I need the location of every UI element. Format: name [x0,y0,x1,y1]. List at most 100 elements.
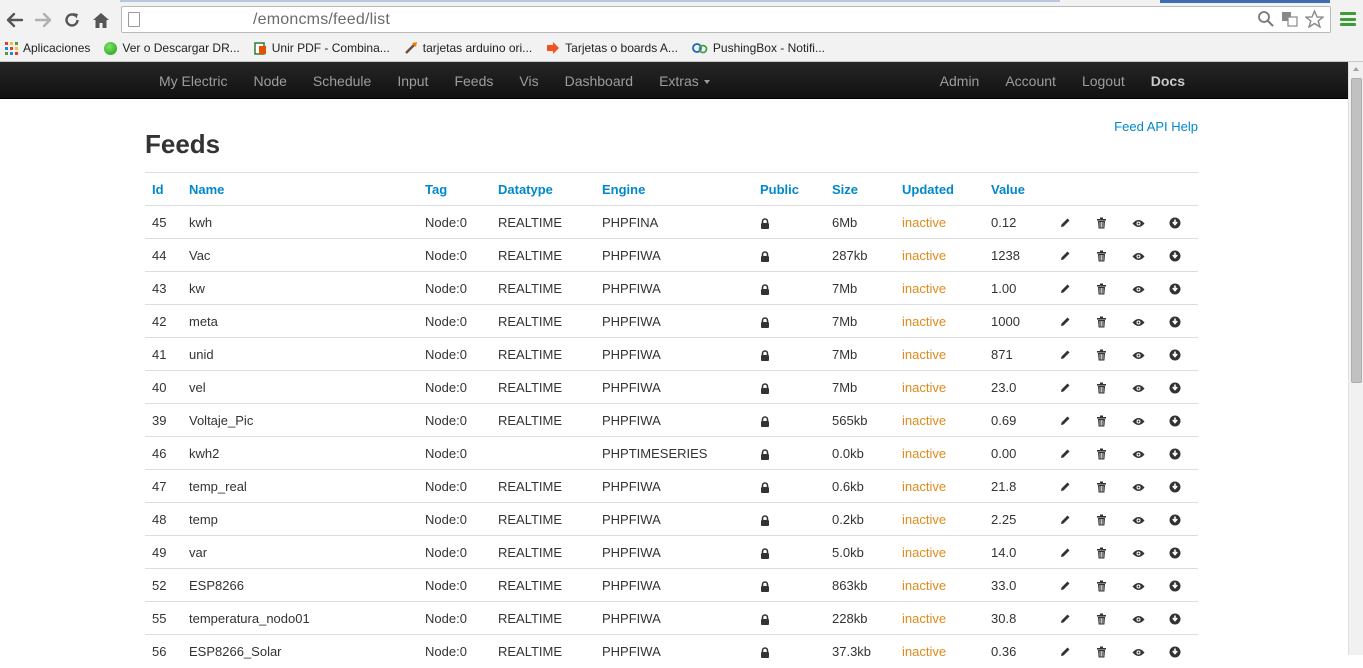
feed-public[interactable] [753,370,825,404]
export-cell[interactable] [1162,469,1198,503]
download-circle-icon[interactable] [1169,382,1181,394]
delete-cell[interactable] [1089,601,1125,635]
trash-icon[interactable] [1096,613,1107,625]
lock-icon[interactable] [760,349,770,361]
view-cell[interactable] [1125,469,1162,503]
feed-tag[interactable]: Node:0 [418,634,491,668]
feed-public[interactable] [753,304,825,338]
browser-menu-icon[interactable] [1340,10,1356,28]
feed-name[interactable]: temperatura_nodo01 [182,601,418,635]
pencil-icon[interactable] [1059,283,1071,295]
view-cell[interactable] [1125,403,1162,437]
trash-icon[interactable] [1096,250,1107,262]
feed-name[interactable]: kwh [182,205,418,239]
view-cell[interactable] [1125,601,1162,635]
edit-cell[interactable] [1052,205,1089,239]
eye-icon[interactable] [1132,648,1145,657]
download-circle-icon[interactable] [1169,415,1181,427]
trash-icon[interactable] [1096,382,1107,394]
feed-tag[interactable]: Node:0 [418,436,491,470]
column-header-tag[interactable]: Tag [418,172,491,206]
view-cell[interactable] [1125,271,1162,305]
export-cell[interactable] [1162,601,1198,635]
eye-icon[interactable] [1132,450,1145,459]
pencil-icon[interactable] [1059,613,1071,625]
eye-icon[interactable] [1132,549,1145,558]
trash-icon[interactable] [1096,646,1107,658]
export-cell[interactable] [1162,634,1198,668]
edit-cell[interactable] [1052,370,1089,404]
column-header-value[interactable]: Value [984,172,1052,206]
page-scrollbar[interactable] [1348,62,1363,655]
nav-node[interactable]: Node [240,73,299,89]
edit-cell[interactable] [1052,568,1089,602]
view-cell[interactable] [1125,502,1162,536]
feed-name[interactable]: temp [182,502,418,536]
edit-cell[interactable] [1052,238,1089,272]
lock-icon[interactable] [760,481,770,493]
nav-docs[interactable]: Docs [1138,73,1198,89]
eye-icon[interactable] [1132,318,1145,327]
feed-name[interactable]: var [182,535,418,569]
feed-tag[interactable]: Node:0 [418,502,491,536]
download-circle-icon[interactable] [1169,217,1181,229]
delete-cell[interactable] [1089,535,1125,569]
feed-tag[interactable]: Node:0 [418,535,491,569]
column-header-id[interactable]: Id [145,172,182,206]
bookmark-unir-pdf[interactable]: Unir PDF - Combina... [254,41,390,55]
lock-icon[interactable] [760,316,770,328]
export-cell[interactable] [1162,502,1198,536]
column-header-datatype[interactable]: Datatype [491,172,595,206]
download-circle-icon[interactable] [1169,646,1181,658]
view-cell[interactable] [1125,304,1162,338]
export-cell[interactable] [1162,436,1198,470]
feed-name[interactable]: kwh2 [182,436,418,470]
feed-tag[interactable]: Node:0 [418,238,491,272]
trash-icon[interactable] [1096,217,1107,229]
pencil-icon[interactable] [1059,481,1071,493]
feed-public[interactable] [753,271,825,305]
delete-cell[interactable] [1089,568,1125,602]
bookmark-tarjetas-boards[interactable]: Tarjetas o boards A... [546,41,678,55]
lock-icon[interactable] [760,250,770,262]
nav-extras-dropdown[interactable]: Extras [646,73,723,89]
pencil-icon[interactable] [1059,514,1071,526]
zoom-icon[interactable] [1257,10,1275,28]
pencil-icon[interactable] [1059,415,1071,427]
pencil-icon[interactable] [1059,448,1071,460]
export-cell[interactable] [1162,337,1198,371]
download-circle-icon[interactable] [1169,613,1181,625]
edit-cell[interactable] [1052,304,1089,338]
pencil-icon[interactable] [1059,382,1071,394]
delete-cell[interactable] [1089,469,1125,503]
star-icon[interactable] [1305,10,1324,28]
feed-name[interactable]: ESP8266 [182,568,418,602]
edit-cell[interactable] [1052,337,1089,371]
trash-icon[interactable] [1096,349,1107,361]
feed-tag[interactable]: Node:0 [418,601,491,635]
delete-cell[interactable] [1089,502,1125,536]
export-cell[interactable] [1162,568,1198,602]
feed-public[interactable] [753,502,825,536]
feed-name[interactable]: Vac [182,238,418,272]
export-cell[interactable] [1162,238,1198,272]
feed-name[interactable]: unid [182,337,418,371]
delete-cell[interactable] [1089,370,1125,404]
view-cell[interactable] [1125,535,1162,569]
forward-button[interactable] [32,9,54,31]
delete-cell[interactable] [1089,304,1125,338]
nav-vis[interactable]: Vis [506,73,551,89]
trash-icon[interactable] [1096,283,1107,295]
eye-icon[interactable] [1132,219,1145,228]
url-text[interactable]: /emoncms/feed/list [253,11,390,29]
eye-icon[interactable] [1132,615,1145,624]
feed-public[interactable] [753,535,825,569]
lock-icon[interactable] [760,415,770,427]
column-header-public[interactable]: Public [753,172,825,206]
eye-icon[interactable] [1132,252,1145,261]
lock-icon[interactable] [760,647,770,658]
delete-cell[interactable] [1089,271,1125,305]
download-circle-icon[interactable] [1169,547,1181,559]
view-cell[interactable] [1125,568,1162,602]
lock-icon[interactable] [760,514,770,526]
